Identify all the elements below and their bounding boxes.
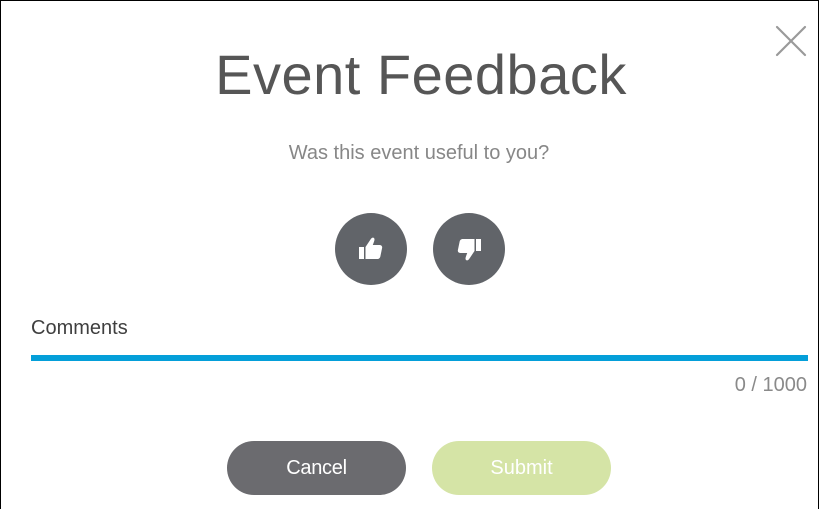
submit-button[interactable]: Submit bbox=[432, 441, 611, 495]
character-counter: 0 / 1000 bbox=[734, 374, 807, 396]
comments-underline bbox=[31, 355, 808, 361]
dialog-title: Event Feedback bbox=[215, 43, 627, 106]
feedback-dialog: Event Feedback Was this event useful to … bbox=[0, 0, 819, 509]
thumbs-down-button[interactable] bbox=[433, 213, 505, 285]
thumbs-up-icon bbox=[359, 237, 383, 259]
comments-input[interactable] bbox=[31, 341, 807, 355]
thumbs-down-icon bbox=[457, 239, 481, 261]
cancel-button[interactable]: Cancel bbox=[227, 441, 406, 495]
feedback-question: Was this event useful to you? bbox=[288, 142, 550, 164]
thumbs-up-button[interactable] bbox=[335, 213, 407, 285]
comments-label: Comments bbox=[31, 317, 128, 339]
